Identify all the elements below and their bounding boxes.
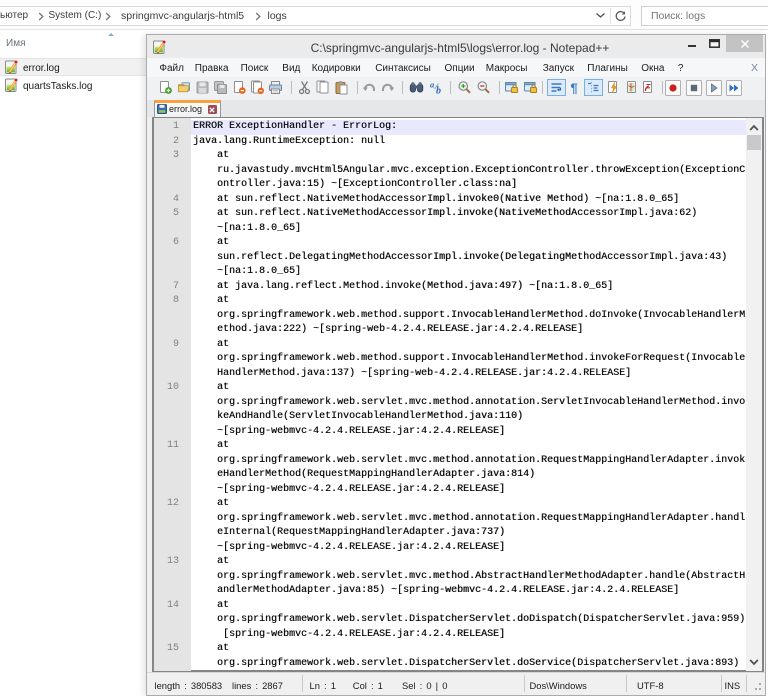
svg-text:¶: ¶ xyxy=(570,81,577,96)
svg-text:a: a xyxy=(430,80,435,90)
svg-text:b: b xyxy=(436,86,441,96)
